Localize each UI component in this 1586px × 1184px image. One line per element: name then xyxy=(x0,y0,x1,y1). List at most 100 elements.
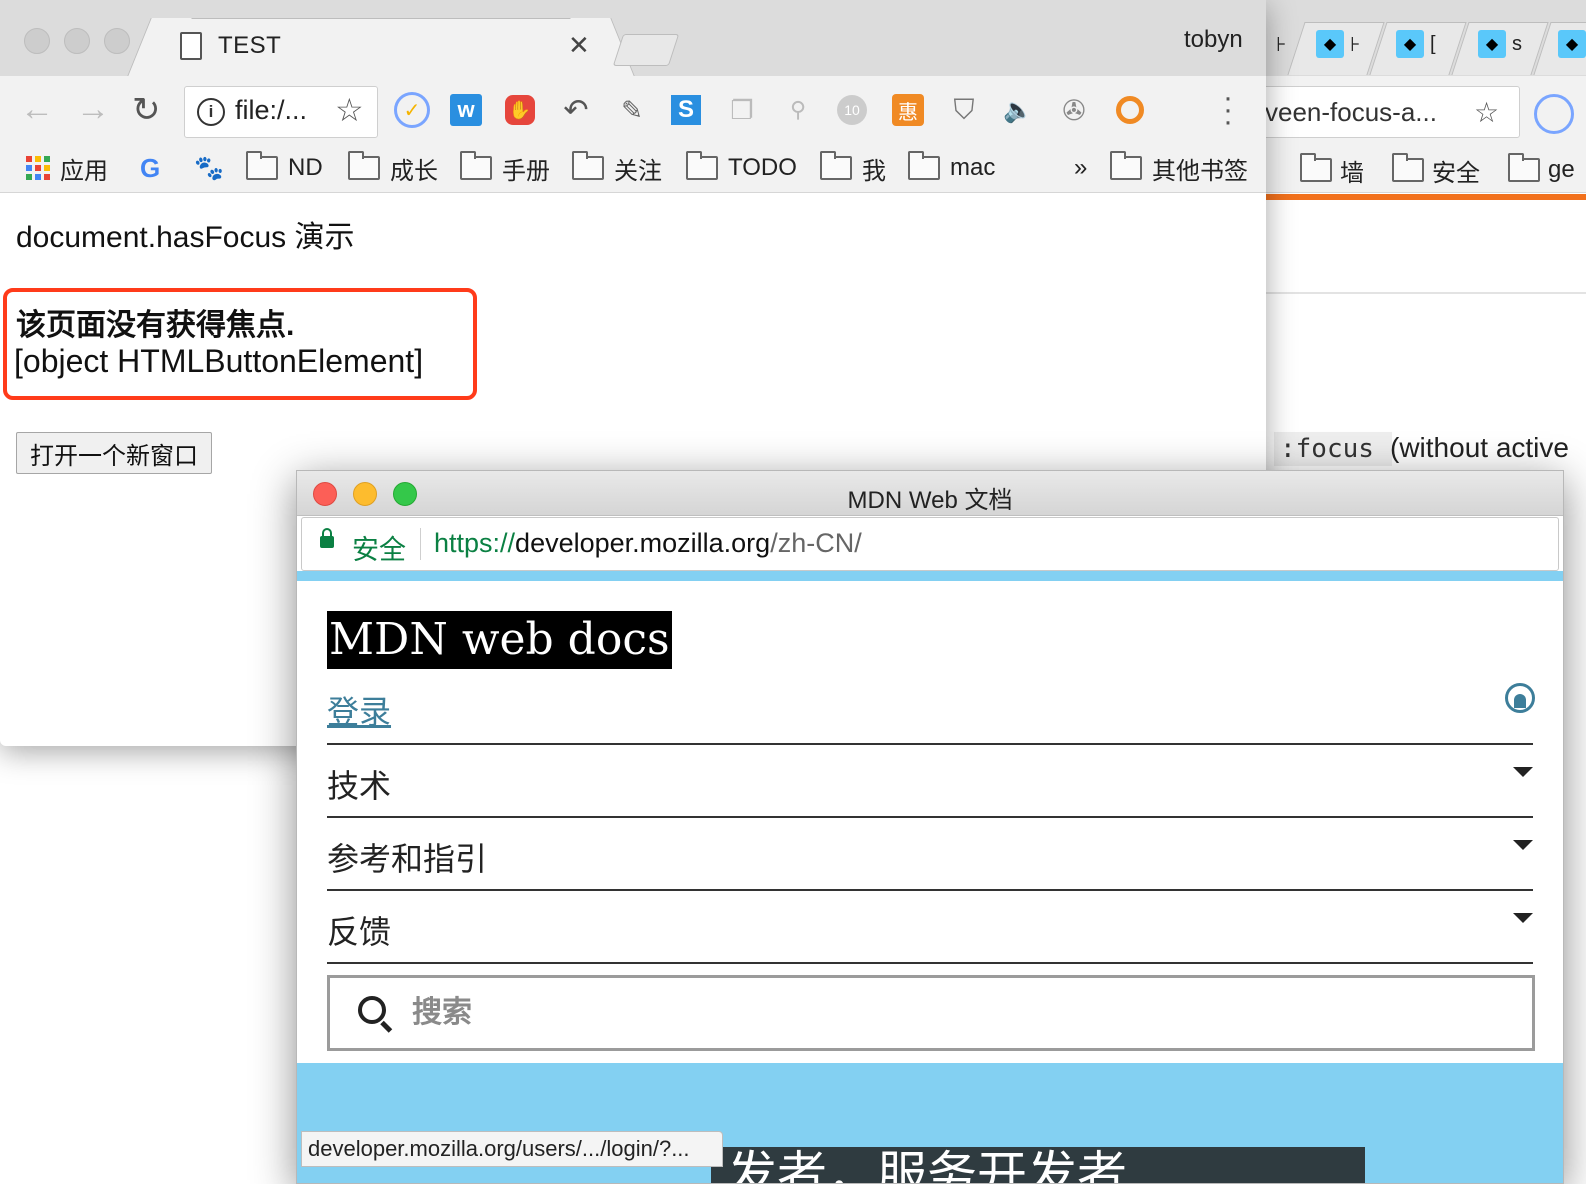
close-window-button[interactable] xyxy=(24,28,50,54)
bookmark-star-icon[interactable]: ☆ xyxy=(335,91,364,129)
shield-icon[interactable]: ⛉ xyxy=(946,92,982,128)
folder-icon xyxy=(460,151,492,180)
omnibox-text: file:/... xyxy=(235,95,308,125)
bookmark-folder[interactable]: ge xyxy=(1508,153,1575,184)
minimize-window-button[interactable] xyxy=(64,28,90,54)
adblock-hand-icon[interactable]: ✋ xyxy=(502,92,538,128)
baidu-paw-icon: 🐾 xyxy=(194,154,224,182)
s-extension-icon[interactable]: S xyxy=(668,92,704,128)
folder-icon xyxy=(1110,151,1142,180)
bookmark-folder-manual[interactable]: 手册 xyxy=(460,150,550,186)
close-tab-icon[interactable]: ✕ xyxy=(568,30,590,61)
new-tab-button[interactable] xyxy=(612,34,680,66)
background-tab-strip: ⊦ ◆ ⊦ ◆[ ◆ s ◆ xyxy=(1266,0,1586,77)
tab-title: TEST xyxy=(218,32,282,59)
bookmark-folder[interactable]: 安全 xyxy=(1392,153,1480,188)
omnibox[interactable]: i file:/... ☆ xyxy=(184,86,378,138)
menu-divider xyxy=(327,962,1533,964)
focus-status-text: 该页面没有获得焦点. xyxy=(16,309,295,342)
word-extension-icon[interactable]: w xyxy=(448,92,484,128)
apps-grid-icon xyxy=(26,156,50,180)
page-heading: document.hasFocus 演示 xyxy=(16,221,355,254)
active-element-text: [object HTMLButtonElement] xyxy=(14,343,424,379)
hero-headline: 发者，服务开发者 xyxy=(727,1147,1127,1184)
reload-icon[interactable]: ↻ xyxy=(132,90,161,130)
film-reel-icon[interactable]: ✇ xyxy=(1056,92,1092,128)
mdn-top-stripe xyxy=(297,571,1563,581)
popup-window: MDN Web 文档 安全 https://developer.mozilla.… xyxy=(296,470,1564,1184)
lifebuoy-icon[interactable] xyxy=(1112,92,1148,128)
background-omnibox-text: veen-focus-a... xyxy=(1265,96,1437,127)
popup-address-bar[interactable]: 安全 https://developer.mozilla.org/zh-CN/ xyxy=(301,517,1559,571)
bookmarks-overflow-chevron[interactable]: » xyxy=(1074,150,1087,186)
google-icon: G xyxy=(140,152,161,183)
folder-icon xyxy=(348,151,380,180)
menu-item-feedback[interactable]: 反馈 xyxy=(327,889,1533,963)
panther-favicon-icon: ◆ xyxy=(1396,30,1424,58)
copy-icon[interactable]: ❐ xyxy=(724,92,760,128)
undo-arrow-icon[interactable]: ↶ xyxy=(558,92,594,128)
eyedropper-icon[interactable]: ✎ xyxy=(614,92,650,128)
lock-icon[interactable] xyxy=(320,528,334,548)
background-bookmarks-bar: 墙 安全 ge xyxy=(1266,148,1586,193)
tab-strip: TEST ✕ tobyn xyxy=(0,0,1266,77)
bookmark-apps[interactable]: 应用 xyxy=(26,150,108,186)
menu-dots-icon[interactable]: · · · xyxy=(1218,83,1238,137)
panther-favicon-icon: ◆ xyxy=(1316,30,1344,58)
forward-arrow-icon[interactable]: → xyxy=(76,90,110,129)
menu-item-references[interactable]: 参考和指引 xyxy=(327,816,1533,890)
open-new-window-button[interactable]: 打开一个新窗口 xyxy=(16,432,212,474)
hui-extension-icon[interactable]: 惠 xyxy=(890,92,926,128)
folder-icon xyxy=(246,151,278,180)
caret-down-icon xyxy=(1513,913,1533,923)
back-arrow-icon[interactable]: ← xyxy=(20,90,54,129)
bookmark-folder-follow[interactable]: 关注 xyxy=(572,150,662,186)
search-input[interactable] xyxy=(410,992,1514,1034)
tab-text-fragment: ⊦ xyxy=(1276,33,1287,56)
extension-icon[interactable] xyxy=(1534,94,1574,134)
panther-favicon-icon: ◆ xyxy=(1558,30,1586,58)
sitemap-icon[interactable]: ⚲ xyxy=(780,92,816,128)
body-text: (without active xyxy=(1390,432,1569,463)
bookmark-baidu[interactable]: 🐾 xyxy=(194,150,224,186)
badge-extension-icon[interactable]: 10 xyxy=(834,92,870,128)
panther-favicon-icon: ◆ xyxy=(1478,30,1506,58)
info-icon[interactable]: i xyxy=(197,98,225,126)
zoom-window-button[interactable] xyxy=(104,28,130,54)
speaker-icon[interactable]: 🔈 xyxy=(1000,92,1036,128)
folder-icon xyxy=(820,151,852,180)
document-icon xyxy=(180,32,202,60)
search-icon xyxy=(358,996,386,1024)
bookmark-folder-todo[interactable]: TODO xyxy=(686,150,797,186)
url-text: https://developer.mozilla.org/zh-CN/ xyxy=(434,528,862,558)
code-snippet: :focus xyxy=(1274,432,1392,466)
popup-title-bar: MDN Web 文档 xyxy=(297,471,1563,516)
checkmark-extension-icon[interactable]: ✓ xyxy=(394,92,430,128)
popup-title: MDN Web 文档 xyxy=(847,487,1013,514)
bookmark-folder[interactable]: 墙 xyxy=(1300,153,1364,188)
folder-icon xyxy=(1392,153,1424,182)
menu-item-technology[interactable]: 技术 xyxy=(327,743,1533,817)
page-header-band xyxy=(1266,200,1586,294)
mdn-logo[interactable]: MDN web docs xyxy=(327,611,672,669)
bookmark-folder-me[interactable]: 我 xyxy=(820,150,886,186)
bookmark-star-icon[interactable]: ☆ xyxy=(1474,96,1499,129)
address-separator xyxy=(420,528,421,560)
bookmark-google[interactable]: G xyxy=(140,150,160,186)
login-link[interactable]: 登录 xyxy=(327,687,391,733)
profile-name[interactable]: tobyn xyxy=(1184,26,1243,54)
folder-icon xyxy=(686,151,718,180)
caret-down-icon xyxy=(1513,840,1533,850)
folder-icon xyxy=(1300,153,1332,182)
folder-icon xyxy=(908,151,940,180)
bookmark-folder-nd[interactable]: ND xyxy=(246,150,323,186)
bookmark-folder-growth[interactable]: 成长 xyxy=(348,150,438,186)
bookmark-folder-mac[interactable]: mac xyxy=(908,150,995,186)
github-icon[interactable] xyxy=(1505,683,1535,713)
tab-test[interactable]: TEST ✕ xyxy=(142,18,622,77)
search-box[interactable] xyxy=(327,975,1535,1051)
folder-icon xyxy=(572,151,604,180)
status-bubble-url: developer.mozilla.org/users/.../login/?.… xyxy=(301,1131,723,1167)
bookmark-folder-other[interactable]: 其他书签 xyxy=(1110,150,1248,186)
secure-label[interactable]: 安全 xyxy=(352,528,406,567)
